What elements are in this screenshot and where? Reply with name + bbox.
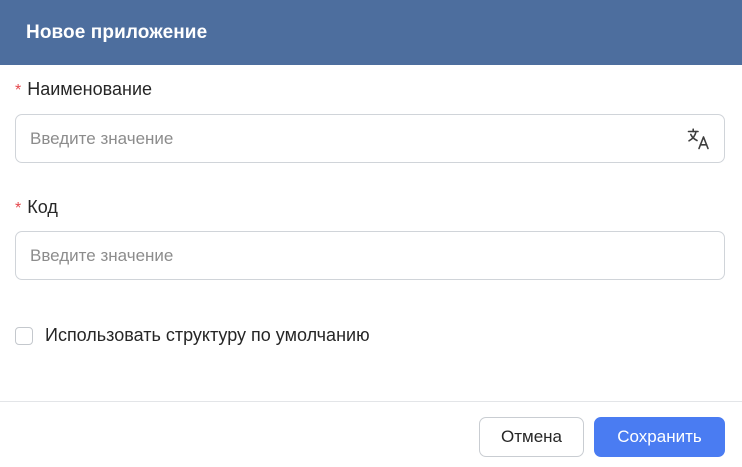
footer-divider [0,401,742,402]
name-input[interactable] [30,128,686,149]
cancel-button[interactable]: Отмена [479,417,584,457]
translate-icon[interactable] [686,126,712,152]
code-label-text: Код [27,197,58,217]
name-label-text: Наименование [27,79,153,99]
dialog-header: Новое приложение [0,0,742,65]
save-button[interactable]: Сохранить [594,417,725,457]
required-asterisk: * [15,81,22,99]
dialog-title: Новое приложение [26,21,208,43]
code-input-wrapper [15,231,725,280]
new-application-dialog: Новое приложение * Наименование * Код Ис… [0,0,742,467]
default-structure-checkbox-label[interactable]: Использовать структуру по умолчанию [45,325,370,346]
default-structure-checkbox-row[interactable]: Использовать структуру по умолчанию [15,325,370,346]
code-field-label: * Код [15,197,58,218]
code-input[interactable] [30,245,710,266]
name-input-wrapper [15,114,725,163]
name-field-label: * Наименование [15,79,152,100]
required-asterisk: * [15,199,22,217]
default-structure-checkbox[interactable] [15,326,33,345]
